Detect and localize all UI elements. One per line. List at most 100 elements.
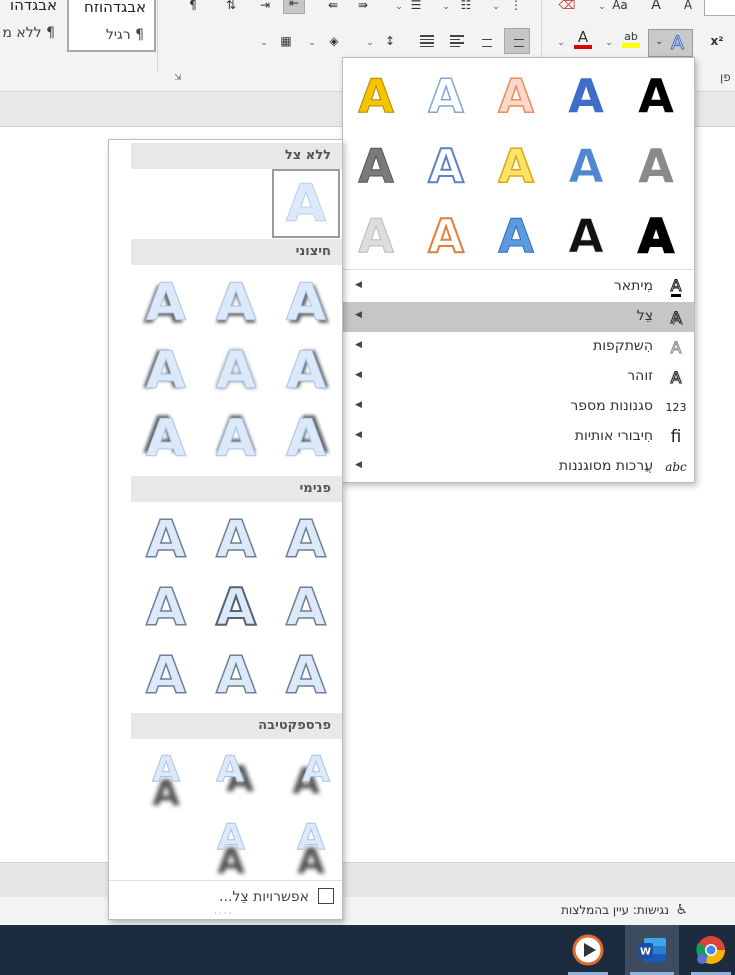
- highlight-glyph: ab: [624, 30, 638, 43]
- indent-decrease-icon[interactable]: ⇚: [322, 0, 344, 16]
- outer-shadow-5[interactable]: A: [206, 345, 266, 398]
- no-shadow-option[interactable]: A: [272, 169, 340, 238]
- borders-dropdown[interactable]: ⌄: [258, 32, 270, 54]
- style-no-spacing[interactable]: אבגדהו ¶ ללא מ: [0, 0, 65, 52]
- effect-preset-5[interactable]: A: [346, 73, 406, 120]
- accessibility-status[interactable]: נגישות: עיין בהמלצות: [561, 903, 669, 917]
- menu-item-reflection[interactable]: ◀ הִשתקפות A: [343, 332, 694, 362]
- grow-font-button[interactable]: A: [645, 0, 667, 16]
- inner-shadow-7[interactable]: A: [276, 649, 336, 703]
- case-dropdown[interactable]: ⌄: [596, 0, 608, 18]
- font-size-field[interactable]: [704, 0, 735, 16]
- superscript-button[interactable]: x²: [706, 30, 728, 52]
- effect-preset-11[interactable]: A: [626, 212, 686, 260]
- list-dropdown-1[interactable]: ⌄: [393, 0, 405, 18]
- outer-shadow-8[interactable]: A: [206, 413, 266, 466]
- inner-shadow-1[interactable]: A: [276, 513, 336, 567]
- menu-item-stylistic-sets[interactable]: ◀ עֲרכות מסוגננות abc: [343, 452, 694, 482]
- styles-launcher-icon[interactable]: ⇲: [174, 73, 182, 83]
- outer-shadow-3[interactable]: A: [136, 277, 196, 330]
- shadow-options-checkbox[interactable]: [318, 888, 334, 904]
- inner-shadow-3[interactable]: A: [136, 513, 196, 567]
- text-effects-glyph: A: [671, 32, 685, 55]
- list-dropdown-2[interactable]: ⌄: [440, 0, 452, 18]
- menu-item-number-styles[interactable]: ◀ סגנונות מספר 123: [343, 392, 694, 422]
- effect-preset-13[interactable]: A: [486, 213, 546, 260]
- effect-preset-15[interactable]: A: [346, 213, 406, 260]
- perspective-shadow-2[interactable]: A: [200, 751, 260, 788]
- change-case-button[interactable]: Aa: [609, 0, 631, 16]
- text-effects-button[interactable]: ⌄ A: [648, 29, 693, 57]
- perspective-shadow-1[interactable]: A: [286, 751, 346, 788]
- effect-preset-8[interactable]: A: [486, 142, 546, 190]
- indent-increase-icon[interactable]: ⇛: [352, 0, 374, 16]
- effect-preset-3[interactable]: A: [486, 72, 546, 120]
- section-header-no-shadow: ללא צל: [131, 143, 342, 169]
- highlight-button[interactable]: ab: [620, 28, 642, 50]
- effect-preset-14[interactable]: A: [416, 212, 476, 260]
- effect-preset-9[interactable]: A: [416, 142, 476, 190]
- font-color-dropdown[interactable]: ⌄: [555, 32, 567, 54]
- accessibility-icon[interactable]: ♿︎: [675, 902, 688, 918]
- shading-icon[interactable]: ◈: [323, 30, 345, 52]
- taskbar-chrome[interactable]: [686, 925, 735, 975]
- numbered-list-icon[interactable]: ☰: [405, 0, 427, 16]
- clear-format-icon[interactable]: ⌫: [556, 0, 578, 16]
- shading-dropdown[interactable]: ⌄: [306, 32, 318, 54]
- outer-shadow-6[interactable]: A: [136, 345, 196, 398]
- outer-shadow-4[interactable]: A: [276, 345, 336, 398]
- ltr-button[interactable]: ⇥: [254, 0, 276, 16]
- inner-shadow-8[interactable]: A: [206, 649, 266, 703]
- effect-preset-10[interactable]: A: [346, 143, 406, 190]
- pilcrow-button[interactable]: ¶: [182, 0, 204, 16]
- perspective-shadow-4[interactable]: A: [281, 819, 341, 856]
- effect-preset-4[interactable]: A: [416, 72, 476, 120]
- menu-item-shadow[interactable]: ◀ צֵל A: [343, 302, 694, 332]
- section-header-inner: פנימי: [131, 476, 342, 502]
- sort-icon[interactable]: ⇅: [220, 0, 242, 16]
- taskbar-media-player[interactable]: [563, 925, 613, 975]
- effect-preset-6[interactable]: A: [626, 143, 686, 189]
- inner-shadow-2[interactable]: A: [206, 513, 266, 567]
- shadow-options-row[interactable]: אפשרויות צֵל... ····: [109, 880, 342, 919]
- highlight-dropdown[interactable]: ⌄: [603, 32, 615, 54]
- outer-shadow-2[interactable]: A: [206, 277, 266, 330]
- multilevel-list-icon[interactable]: ☷: [455, 0, 477, 16]
- stylistic-sets-glyph: abc: [665, 460, 687, 474]
- style-normal[interactable]: אבגדהוזח ¶ רגיל: [67, 0, 156, 52]
- line-spacing-dropdown[interactable]: ⌄: [364, 32, 376, 54]
- inner-shadow-6[interactable]: A: [136, 581, 196, 635]
- align-left-icon[interactable]: [446, 30, 468, 52]
- outer-shadow-1[interactable]: A: [276, 277, 336, 330]
- inner-shadow-5[interactable]: A: [206, 581, 266, 635]
- borders-icon[interactable]: ▦: [275, 30, 297, 52]
- taskbar-word[interactable]: W: [625, 925, 679, 975]
- justify-icon[interactable]: [416, 30, 438, 52]
- inner-shadow-9[interactable]: A: [136, 649, 196, 703]
- list-dropdown-3[interactable]: ⌄: [490, 0, 502, 18]
- effect-preset-7[interactable]: A: [556, 143, 616, 190]
- inner-shadow-4[interactable]: A: [276, 581, 336, 635]
- perspective-shadow-3[interactable]: A: [136, 751, 196, 788]
- outline-icon: A: [666, 275, 686, 299]
- shadow-submenu: ללא צל A חיצוני A A A A A A A A A פנימי …: [108, 139, 343, 920]
- menu-item-outline[interactable]: ◀ מִיתאר A: [343, 272, 694, 302]
- font-color-button[interactable]: A: [572, 28, 594, 50]
- effect-preset-12[interactable]: A: [556, 213, 616, 260]
- line-spacing-icon[interactable]: ↕: [379, 30, 401, 52]
- outer-shadow-7[interactable]: A: [276, 413, 336, 466]
- menu-item-ligatures[interactable]: ◀ חִיבורי אותיות fi: [343, 422, 694, 452]
- styles-group: אבגדהוזח ¶ רגיל אבגדהו ¶ ללא מ: [0, 0, 158, 72]
- align-right-icon[interactable]: [504, 28, 530, 54]
- taskbar: W: [0, 925, 735, 975]
- center-icon[interactable]: [476, 30, 498, 52]
- perspective-shadow-5[interactable]: A: [201, 819, 261, 856]
- effect-preset-1[interactable]: A: [626, 73, 686, 119]
- outer-shadow-9[interactable]: A: [136, 413, 196, 466]
- menu-item-glow[interactable]: ◀ זוהר A: [343, 362, 694, 392]
- effect-preset-2[interactable]: A: [556, 73, 616, 119]
- resize-grip-icon[interactable]: ····: [214, 909, 233, 919]
- bullet-list-icon[interactable]: ⋮: [505, 0, 527, 16]
- shrink-font-button[interactable]: A: [677, 0, 699, 16]
- rtl-button[interactable]: ⇤: [283, 0, 305, 14]
